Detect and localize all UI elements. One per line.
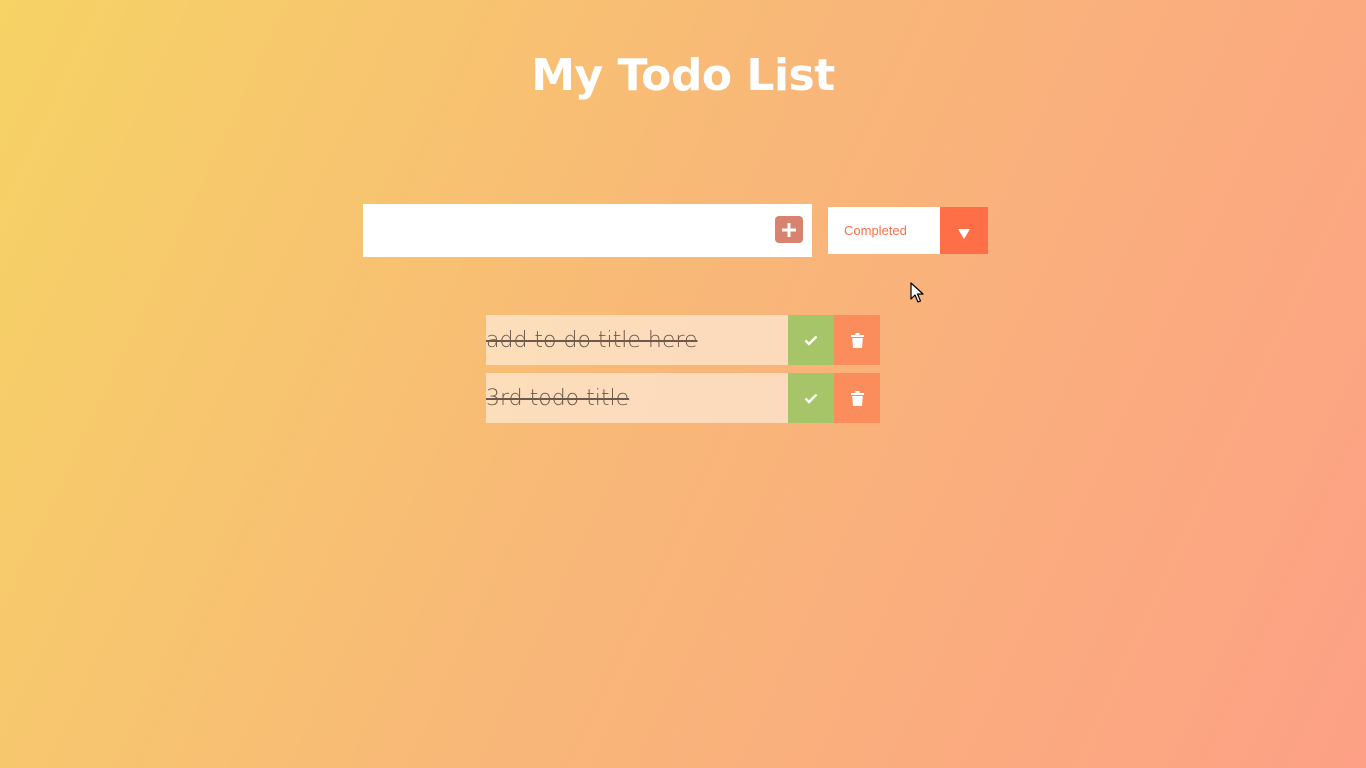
delete-button[interactable]: [834, 373, 880, 423]
check-icon: [804, 335, 818, 346]
todo-item: add to do title here: [486, 315, 880, 365]
filter-select[interactable]: Completed: [828, 207, 988, 254]
filter-selected-value: Completed: [844, 223, 907, 238]
check-icon: [804, 393, 818, 404]
trash-icon: [850, 390, 864, 406]
filter-dropdown-button[interactable]: [940, 207, 988, 254]
mouse-cursor-icon: [910, 282, 924, 303]
todo-input[interactable]: [363, 204, 763, 257]
complete-button[interactable]: [788, 315, 834, 365]
todo-title: add to do title here: [486, 315, 788, 365]
todo-item: 3rd todo title: [486, 373, 880, 423]
plus-icon: [782, 222, 796, 237]
complete-button[interactable]: [788, 373, 834, 423]
delete-button[interactable]: [834, 315, 880, 365]
caret-down-icon: [958, 228, 970, 239]
add-todo-button[interactable]: [775, 216, 803, 243]
page-title: My Todo List: [531, 50, 835, 101]
trash-icon: [850, 332, 864, 348]
todo-title: 3rd todo title: [486, 373, 788, 423]
todo-input-box: [363, 204, 812, 257]
